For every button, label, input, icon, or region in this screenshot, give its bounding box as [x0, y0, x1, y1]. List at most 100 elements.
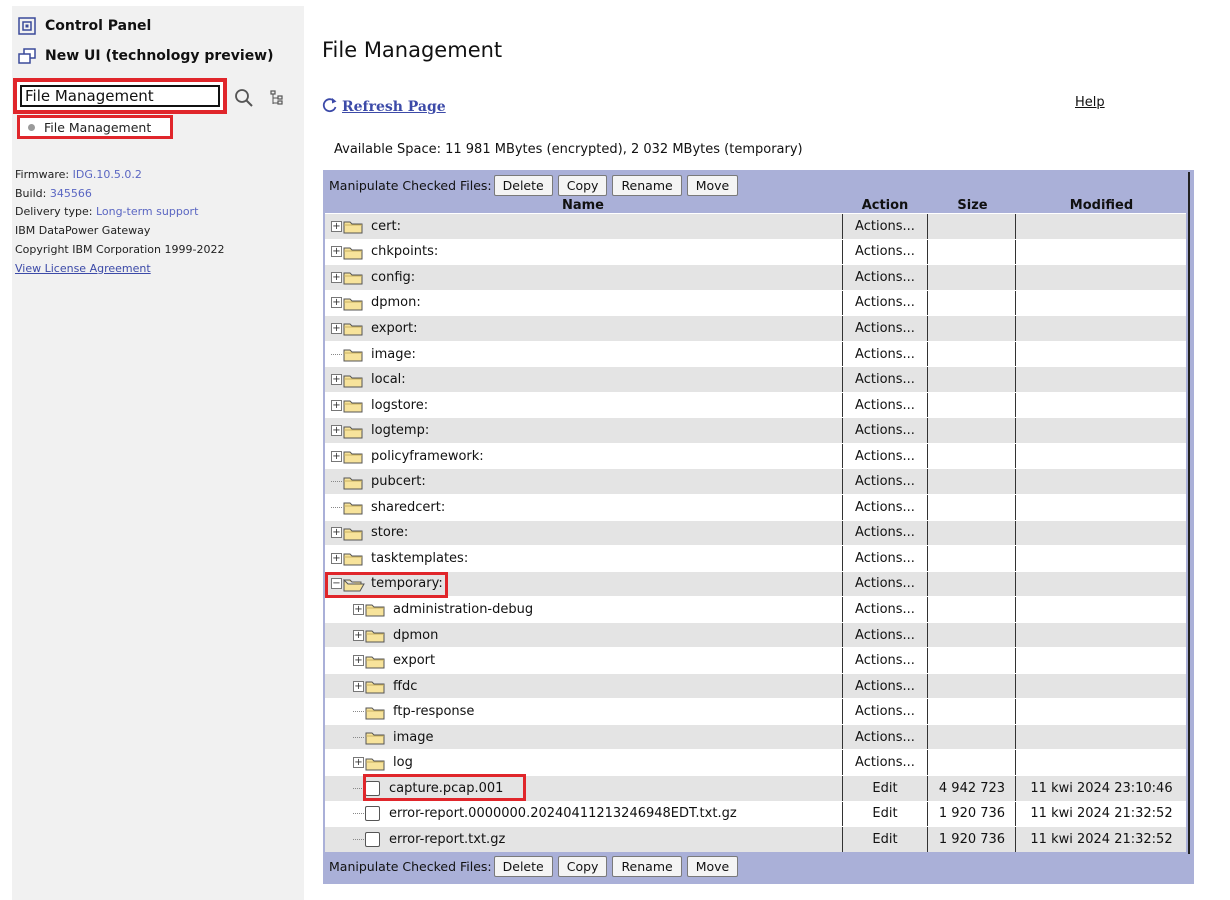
- license-link[interactable]: View License Agreement: [15, 262, 151, 275]
- folder-name[interactable]: local:: [371, 372, 406, 387]
- expand-icon[interactable]: +: [331, 246, 342, 258]
- help-link[interactable]: Help: [1075, 95, 1105, 110]
- folder-name[interactable]: dpmon:: [371, 295, 421, 310]
- folder-name[interactable]: export: [393, 653, 435, 668]
- actions-link[interactable]: Actions...: [842, 469, 928, 495]
- folder-name[interactable]: image: [393, 730, 434, 745]
- expand-icon[interactable]: +: [353, 680, 364, 692]
- expand-icon[interactable]: +: [331, 425, 342, 437]
- actions-link[interactable]: Actions...: [842, 341, 928, 367]
- search-box-highlight: [13, 78, 227, 114]
- folder-name[interactable]: ffdc: [393, 679, 417, 694]
- manipulate-label: Manipulate Checked Files:: [329, 177, 492, 193]
- folder-name[interactable]: policyframework:: [371, 449, 484, 464]
- expand-icon[interactable]: +: [353, 655, 364, 667]
- folder-name[interactable]: tasktemplates:: [371, 551, 468, 566]
- actions-link[interactable]: Actions...: [842, 316, 928, 341]
- actions-link[interactable]: Actions...: [842, 392, 928, 418]
- expand-icon[interactable]: +: [353, 603, 364, 615]
- expand-icon[interactable]: +: [353, 629, 364, 641]
- actions-link[interactable]: Actions...: [842, 495, 928, 520]
- expand-icon[interactable]: +: [331, 527, 342, 539]
- edit-link[interactable]: Edit: [842, 776, 928, 801]
- folder-name[interactable]: sharedcert:: [371, 500, 445, 515]
- folder-name[interactable]: cert:: [371, 219, 401, 234]
- actions-link[interactable]: Actions...: [842, 239, 928, 265]
- folder-name[interactable]: config:: [371, 270, 415, 285]
- actions-link[interactable]: Actions...: [842, 214, 928, 239]
- folder-name[interactable]: image:: [371, 347, 416, 362]
- size-cell: [929, 724, 1016, 750]
- size-cell: [929, 265, 1016, 290]
- expand-icon[interactable]: +: [331, 220, 342, 232]
- folder-name[interactable]: logstore:: [371, 398, 428, 413]
- actions-link[interactable]: Actions...: [842, 367, 928, 392]
- actions-link[interactable]: Actions...: [842, 571, 928, 597]
- refresh-page-link[interactable]: Refresh Page: [322, 96, 446, 118]
- folder-name[interactable]: log: [393, 755, 413, 770]
- actions-link[interactable]: Actions...: [842, 648, 928, 673]
- file-name[interactable]: error-report.0000000.20240411213246948ED…: [389, 806, 737, 821]
- actions-link[interactable]: Actions...: [842, 699, 928, 724]
- actions-link[interactable]: Actions...: [842, 673, 928, 699]
- folder-name[interactable]: store:: [371, 525, 408, 540]
- folder-icon: [365, 602, 385, 617]
- rename-button[interactable]: Rename: [612, 174, 682, 196]
- folder-name[interactable]: pubcert:: [371, 474, 426, 489]
- actions-link[interactable]: Actions...: [842, 622, 928, 648]
- move-button[interactable]: Move: [686, 174, 739, 196]
- name-cell: + policyframework:: [325, 444, 840, 469]
- folder-name[interactable]: ftp-response: [393, 704, 474, 719]
- name-cell: error-report.0000000.20240411213246948ED…: [325, 802, 840, 827]
- tree-view-icon[interactable]: [270, 90, 284, 110]
- actions-link[interactable]: Actions...: [842, 750, 928, 776]
- actions-link[interactable]: Actions...: [842, 443, 928, 469]
- delete-button[interactable]: Delete: [493, 174, 553, 196]
- folder-name[interactable]: export:: [371, 321, 418, 336]
- expand-icon[interactable]: +: [331, 297, 342, 309]
- copy-button[interactable]: Copy: [557, 174, 608, 196]
- actions-link[interactable]: Actions...: [842, 724, 928, 750]
- file-checkbox[interactable]: [365, 806, 380, 822]
- expand-icon[interactable]: +: [331, 271, 342, 283]
- expand-icon[interactable]: +: [331, 450, 342, 462]
- folder-name[interactable]: logtemp:: [371, 423, 429, 438]
- modified-cell: [1017, 725, 1186, 750]
- actions-link[interactable]: Actions...: [842, 546, 928, 571]
- column-header-modified[interactable]: Modified: [1017, 198, 1186, 213]
- search-input[interactable]: [20, 85, 220, 107]
- column-header-name[interactable]: Name: [533, 198, 633, 213]
- copyright: Copyright IBM Corporation 1999-2022: [15, 242, 225, 256]
- name-cell: + local:: [325, 367, 840, 392]
- rename-button[interactable]: Rename: [612, 855, 682, 877]
- actions-link[interactable]: Actions...: [842, 290, 928, 316]
- new-ui-link[interactable]: New UI (technology preview): [16, 46, 274, 66]
- actions-link[interactable]: Actions...: [842, 418, 928, 443]
- actions-link[interactable]: Actions...: [842, 597, 928, 622]
- search-icon[interactable]: [234, 88, 254, 112]
- actions-link[interactable]: Actions...: [842, 520, 928, 546]
- file-rows: + cert: Actions... + chkpoints: Actions... + co…: [325, 213, 1186, 852]
- file-checkbox[interactable]: [365, 831, 380, 847]
- search-result-file-management[interactable]: File Management: [17, 115, 173, 139]
- column-header-size[interactable]: Size: [929, 198, 1016, 213]
- move-button[interactable]: Move: [686, 855, 739, 877]
- expand-icon[interactable]: +: [353, 757, 364, 769]
- expand-icon[interactable]: +: [331, 552, 342, 564]
- expand-icon[interactable]: +: [331, 374, 342, 386]
- folder-name[interactable]: administration-debug: [393, 602, 533, 617]
- actions-link[interactable]: Actions...: [842, 265, 928, 290]
- copy-button[interactable]: Copy: [557, 855, 608, 877]
- folder-row: pubcert: Actions...: [325, 468, 1186, 495]
- file-name[interactable]: error-report.txt.gz: [389, 832, 505, 847]
- edit-link[interactable]: Edit: [842, 801, 928, 827]
- control-panel-link[interactable]: Control Panel: [16, 16, 151, 36]
- edit-link[interactable]: Edit: [842, 827, 928, 852]
- size-cell: [929, 648, 1016, 673]
- expand-icon[interactable]: +: [331, 399, 342, 411]
- delete-button[interactable]: Delete: [493, 855, 553, 877]
- expand-icon[interactable]: +: [331, 322, 342, 334]
- folder-name[interactable]: chkpoints:: [371, 244, 438, 259]
- folder-icon: [343, 219, 363, 234]
- folder-name[interactable]: dpmon: [393, 628, 438, 643]
